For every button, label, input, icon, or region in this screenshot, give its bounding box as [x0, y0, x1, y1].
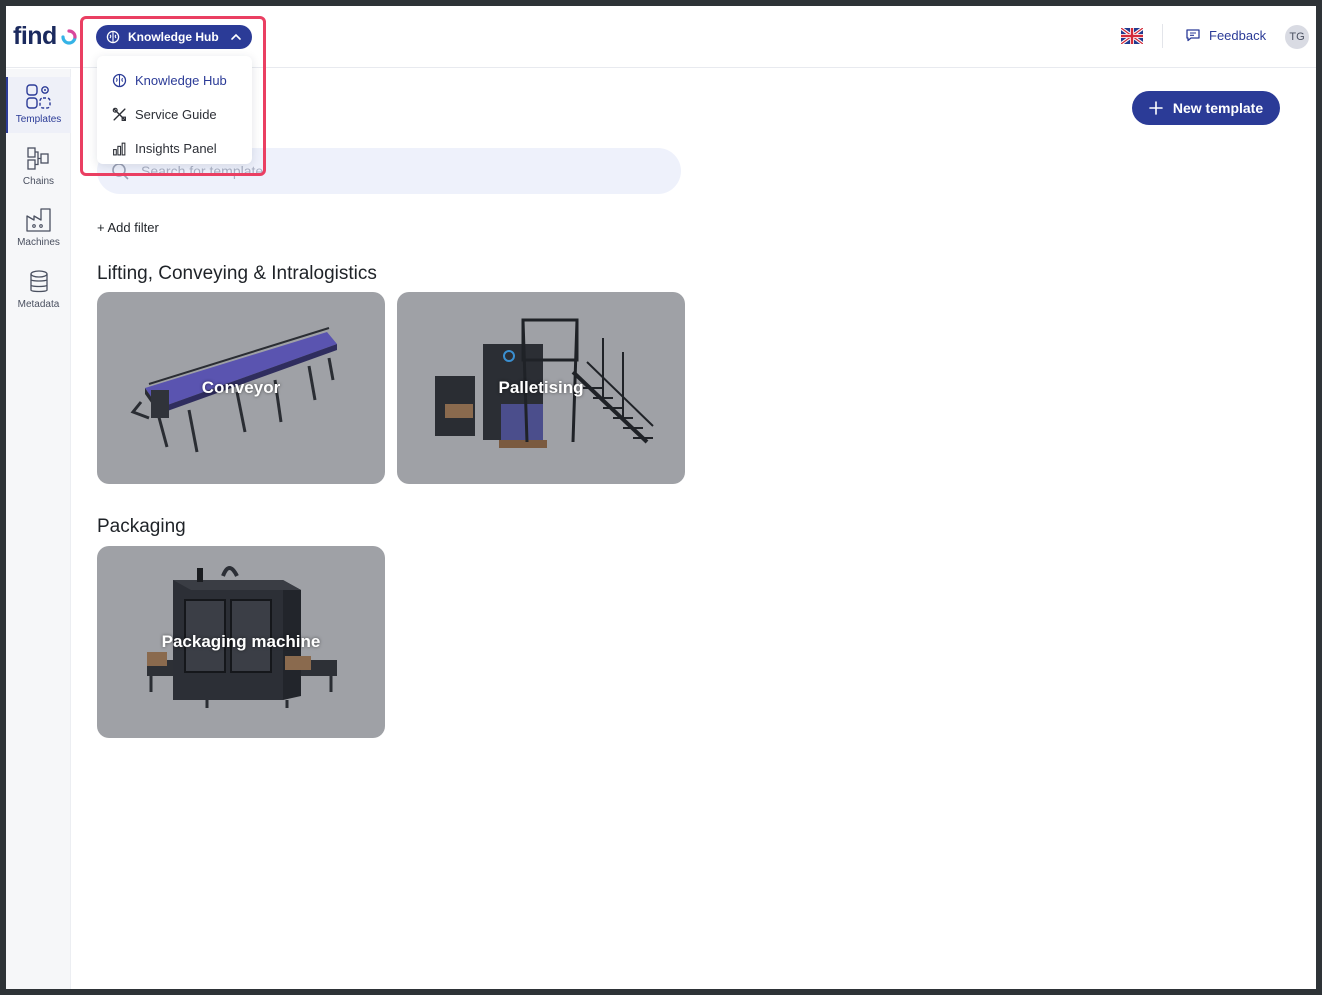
sidebar-item-metadata[interactable]: Metadata	[6, 262, 71, 318]
database-icon	[29, 270, 48, 293]
menu-item-knowledge-hub[interactable]: Knowledge Hub	[97, 63, 252, 97]
feedback-button[interactable]: Feedback	[1185, 27, 1266, 43]
plus-icon	[1149, 101, 1163, 115]
search-input[interactable]	[141, 163, 641, 179]
templates-icon	[25, 84, 51, 109]
header-divider	[1162, 24, 1163, 48]
sidebar-item-label: Metadata	[17, 299, 60, 310]
tools-icon	[112, 107, 126, 121]
logo-mark-icon	[61, 28, 77, 45]
sidebar-item-label: Chains	[22, 176, 55, 187]
brain-icon	[106, 30, 120, 44]
uk-flag-icon[interactable]	[1121, 28, 1143, 44]
user-avatar[interactable]: TG	[1285, 25, 1309, 49]
chat-icon	[1186, 29, 1200, 42]
add-filter-button[interactable]: + Add filter	[97, 220, 159, 235]
hub-switcher-menu: Knowledge Hub Service Guide Insights Pan…	[97, 56, 252, 164]
card-label: Packaging machine	[161, 632, 321, 651]
sidebar-item-label: Templates	[15, 114, 62, 125]
menu-item-label: Knowledge Hub	[135, 72, 227, 88]
bar-chart-icon	[113, 142, 126, 155]
factory-icon	[25, 208, 51, 232]
hub-switcher-label: Knowledge Hub	[128, 30, 219, 44]
card-label: Palletising	[498, 378, 584, 397]
menu-item-label: Service Guide	[135, 106, 217, 122]
chains-icon	[26, 147, 49, 170]
template-card-conveyor[interactable]: Conveyor	[97, 292, 385, 484]
logo-text: find	[13, 22, 57, 50]
sidebar-item-label: Machines	[17, 237, 60, 248]
card-label: Conveyor	[201, 378, 281, 397]
menu-item-insights-panel[interactable]: Insights Panel	[97, 131, 252, 165]
menu-item-service-guide[interactable]: Service Guide	[97, 97, 252, 131]
sidebar: Templates Chains Machines Metadata	[6, 69, 71, 989]
new-template-button[interactable]: New template	[1132, 91, 1280, 125]
brain-icon	[112, 73, 127, 87]
sidebar-item-machines[interactable]: Machines	[6, 200, 71, 256]
app-logo[interactable]: find	[13, 22, 79, 51]
app-window: find Knowledge Hub Feedback TG Templates…	[6, 6, 1316, 989]
template-card-palletising[interactable]: Palletising	[397, 292, 685, 484]
section-title: Lifting, Conveying & Intralogistics	[97, 263, 377, 284]
hub-switcher-button[interactable]: Knowledge Hub	[96, 25, 252, 49]
section-title: Packaging	[97, 516, 186, 537]
chevron-up-icon	[230, 31, 242, 43]
template-card-packaging-machine[interactable]: Packaging machine	[97, 546, 385, 738]
new-template-label: New template	[1172, 100, 1264, 116]
sidebar-item-chains[interactable]: Chains	[6, 139, 71, 195]
sidebar-item-templates[interactable]: Templates	[6, 77, 71, 133]
menu-item-label: Insights Panel	[135, 140, 217, 156]
feedback-label: Feedback	[1209, 27, 1267, 43]
